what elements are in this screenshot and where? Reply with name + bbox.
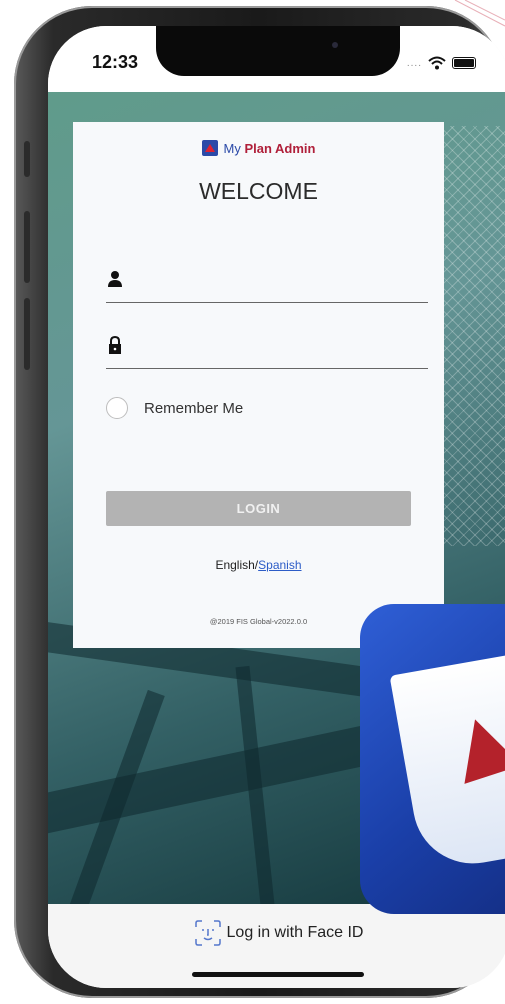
remember-me-radio[interactable]	[106, 397, 128, 419]
wifi-icon	[428, 56, 446, 70]
silent-switch	[24, 141, 30, 177]
app-icon	[360, 604, 505, 914]
brand-logo-icon	[201, 140, 218, 156]
remember-me-label: Remember Me	[144, 399, 244, 417]
signal-dots: ....	[406, 57, 422, 69]
battery-icon	[452, 57, 476, 69]
remember-me: Remember Me	[106, 397, 243, 419]
brand-my: My	[223, 140, 245, 156]
username-input[interactable]	[136, 266, 420, 296]
home-indicator[interactable]	[192, 972, 364, 977]
password-input[interactable]	[136, 332, 420, 362]
status-icons: ....	[407, 56, 476, 70]
username-field	[106, 262, 428, 303]
faceid-button[interactable]: Log in with Face ID	[48, 920, 505, 946]
brand-name: My Plan Admin	[224, 141, 316, 156]
volume-up-button	[24, 211, 30, 283]
camera-dot	[332, 42, 338, 48]
faceid-label: Log in with Face ID	[226, 924, 364, 941]
welcome-title: WELCOME	[199, 178, 318, 204]
lang-english[interactable]: English/	[215, 558, 258, 572]
brand-plan-admin: Plan Admin	[244, 140, 316, 156]
volume-down-button	[24, 298, 30, 370]
password-field	[106, 328, 428, 369]
login-button[interactable]: LOGIN	[106, 491, 411, 526]
language-switch: English/Spanish	[73, 558, 444, 572]
brand: My Plan Admin	[73, 140, 444, 156]
status-time: 12:33	[92, 52, 139, 72]
background-mesh	[440, 126, 505, 546]
user-icon	[108, 271, 122, 287]
login-card: My Plan Admin WELCOME Remember Me LOGIN …	[73, 122, 444, 648]
bottom-bar: Log in with Face ID	[48, 904, 505, 988]
notch	[156, 26, 400, 76]
face-id-icon	[194, 920, 221, 946]
lock-icon	[109, 336, 121, 354]
lang-spanish-link[interactable]: Spanish	[258, 558, 301, 572]
